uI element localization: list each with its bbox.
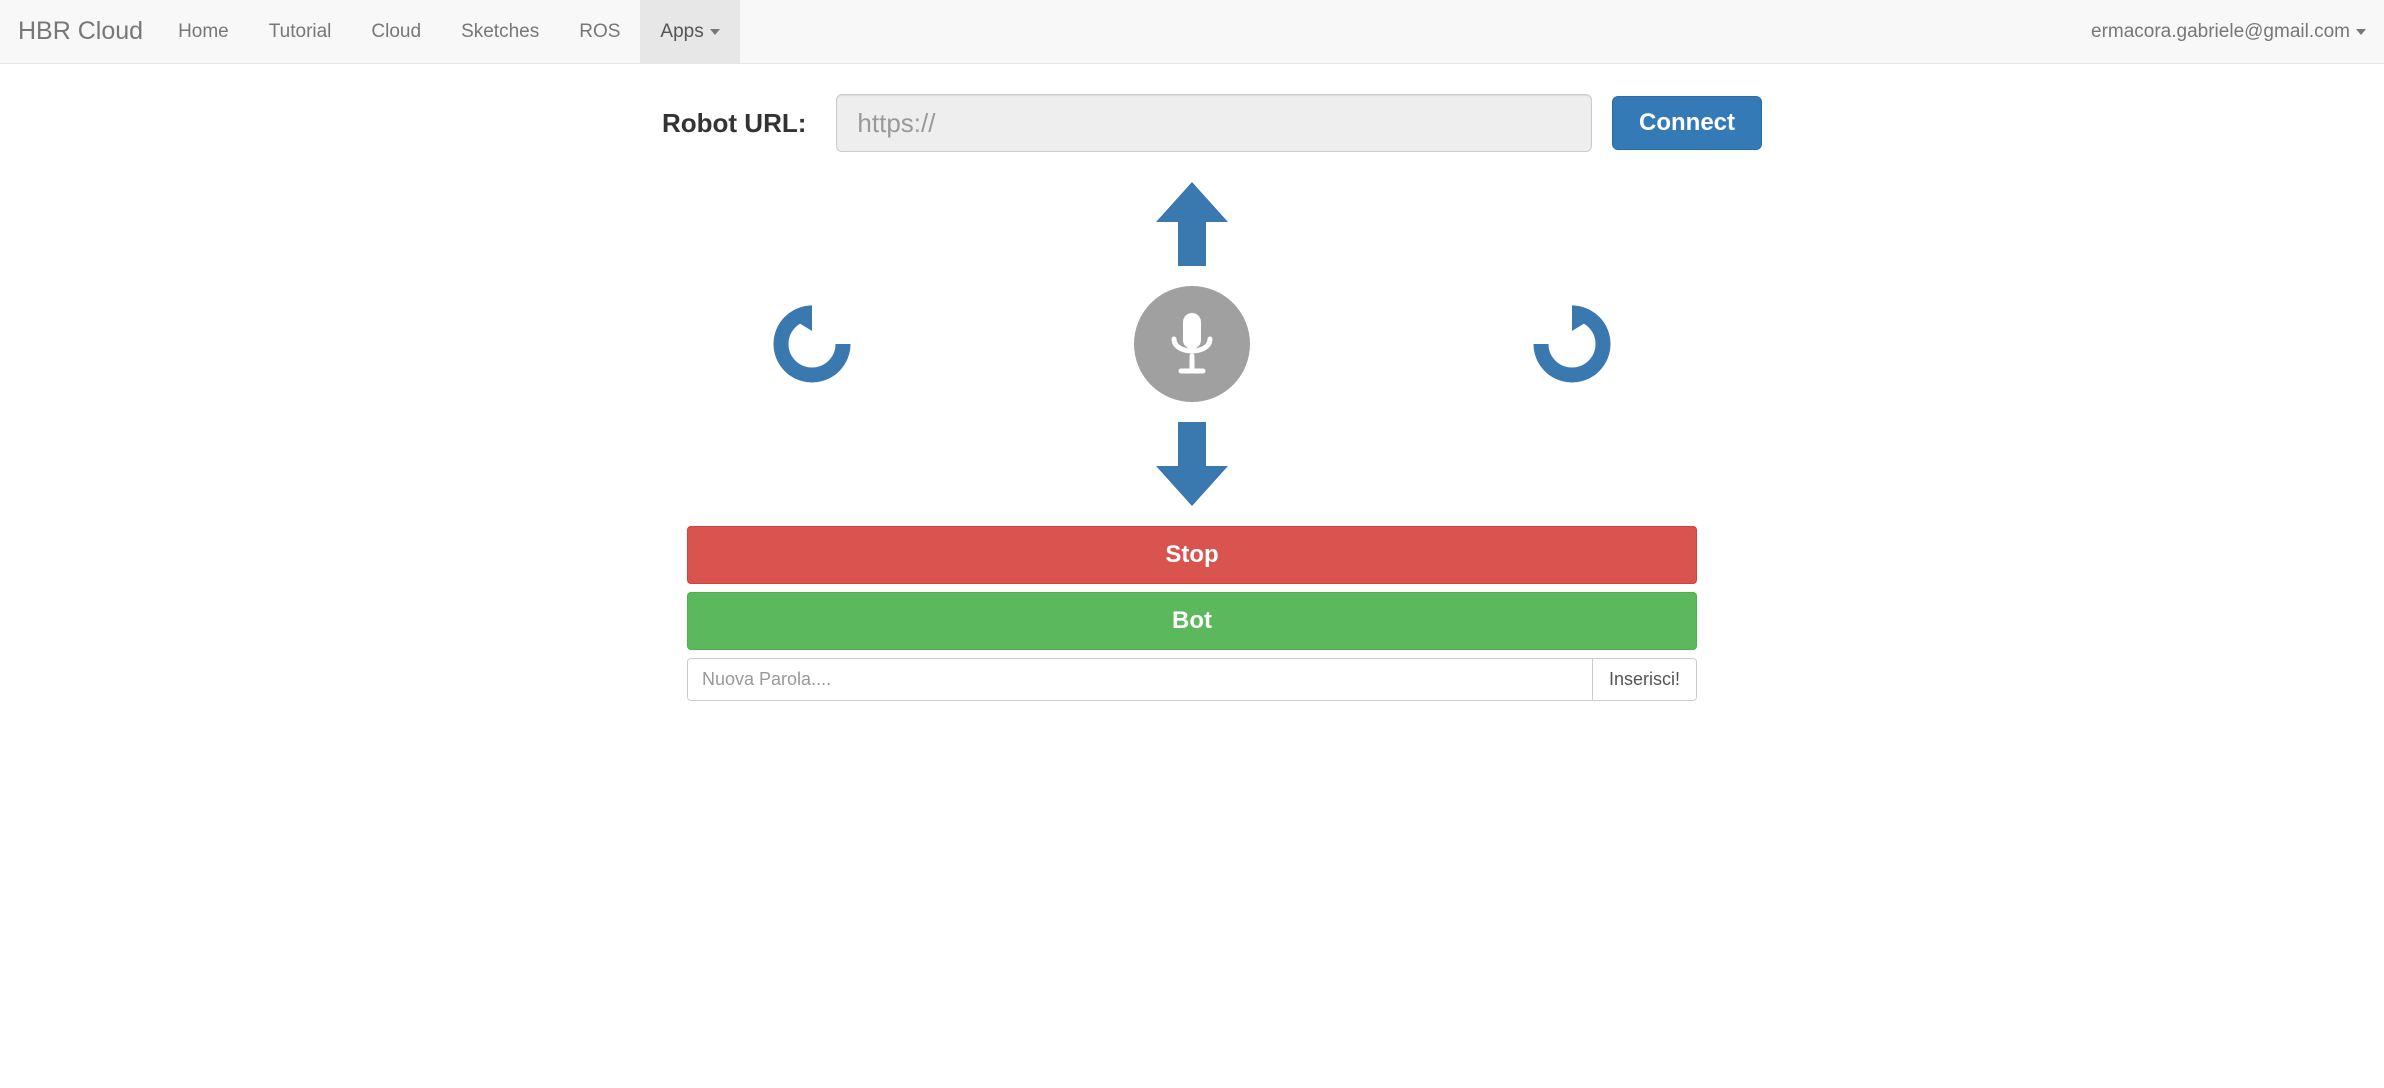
navbar: HBR Cloud Home Tutorial Cloud Sketches R… <box>0 0 2384 64</box>
robot-url-input[interactable] <box>836 94 1592 152</box>
rotate-ccw-icon <box>773 305 851 383</box>
nav-label: Apps <box>660 21 703 43</box>
nav-label: Tutorial <box>269 21 332 43</box>
nav-item-cloud[interactable]: Cloud <box>351 0 441 63</box>
connect-button[interactable]: Connect <box>1612 96 1762 150</box>
nav-label: Home <box>178 21 229 43</box>
arrow-up-button[interactable] <box>1156 182 1228 266</box>
user-email: ermacora.gabriele@gmail.com <box>2091 21 2350 43</box>
arrow-down-icon <box>1156 422 1228 506</box>
control-pad <box>622 182 1762 506</box>
nav-item-apps[interactable]: Apps <box>640 0 739 63</box>
word-input-group: Inserisci! <box>687 658 1697 701</box>
arrow-down-button[interactable] <box>1156 422 1228 506</box>
nav-item-tutorial[interactable]: Tutorial <box>249 0 352 63</box>
bot-button[interactable]: Bot <box>687 592 1697 650</box>
microphone-button[interactable] <box>1134 286 1250 402</box>
arrow-up-icon <box>1156 182 1228 266</box>
nav-label: Cloud <box>371 21 421 43</box>
navbar-nav: Home Tutorial Cloud Sketches ROS Apps <box>158 0 740 63</box>
action-area: Stop Bot Inserisci! <box>687 526 1697 701</box>
main-container: Robot URL: Connect <box>607 64 1777 701</box>
caret-down-icon <box>710 29 720 35</box>
nav-item-sketches[interactable]: Sketches <box>441 0 559 63</box>
stop-button[interactable]: Stop <box>687 526 1697 584</box>
nav-label: Sketches <box>461 21 539 43</box>
nav-label: ROS <box>579 21 620 43</box>
nav-item-ros[interactable]: ROS <box>559 0 640 63</box>
rotate-cw-icon <box>1533 305 1611 383</box>
navbar-brand[interactable]: HBR Cloud <box>18 17 158 46</box>
nav-item-home[interactable]: Home <box>158 0 249 63</box>
word-input[interactable] <box>688 659 1592 700</box>
user-menu[interactable]: ermacora.gabriele@gmail.com <box>2091 21 2366 43</box>
robot-url-row: Robot URL: Connect <box>622 94 1762 152</box>
insert-word-button[interactable]: Inserisci! <box>1592 659 1696 700</box>
robot-url-label: Robot URL: <box>622 108 816 139</box>
rotate-left-button[interactable] <box>773 305 851 383</box>
rotate-right-button[interactable] <box>1533 305 1611 383</box>
microphone-icon <box>1166 309 1218 379</box>
caret-down-icon <box>2356 29 2366 35</box>
